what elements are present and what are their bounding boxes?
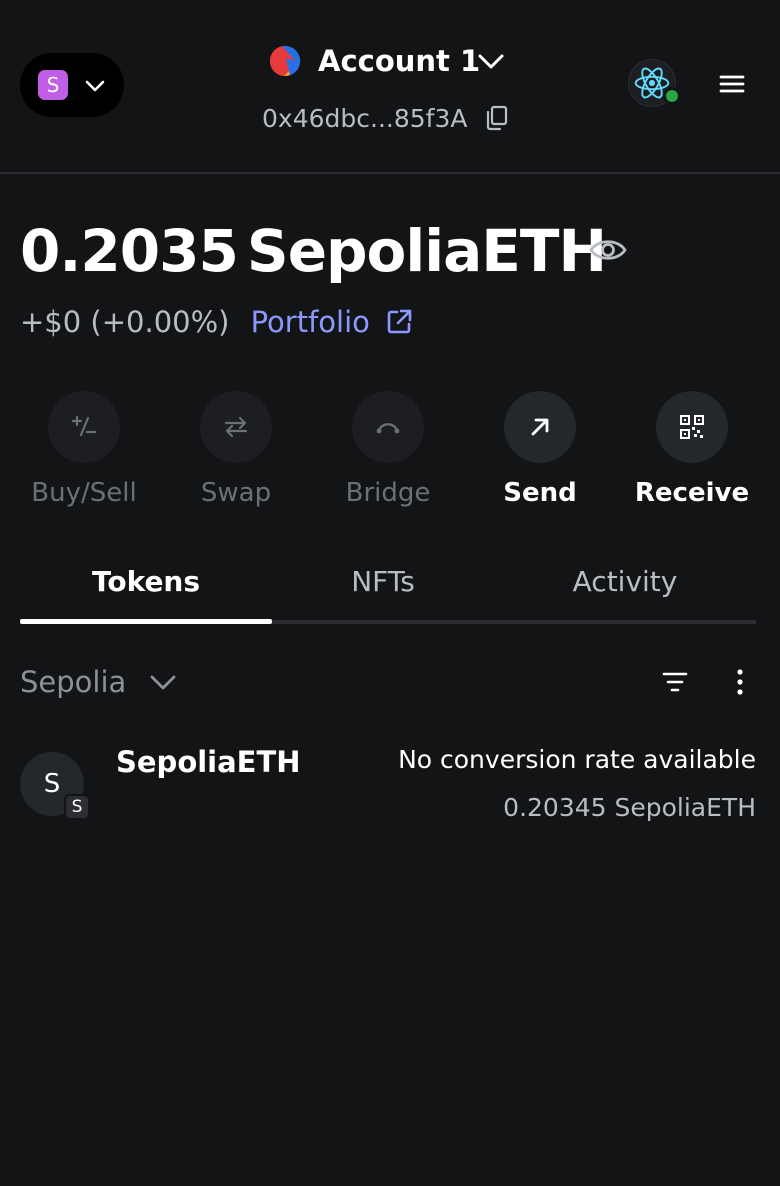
balance-value: 0.2035 bbox=[20, 217, 239, 285]
action-circle bbox=[48, 391, 120, 463]
action-label: Send bbox=[503, 478, 577, 508]
balance-change-row: +$0 (+0.00%) Portfolio bbox=[20, 302, 413, 342]
account-address: 0x46dbc...85f3A bbox=[262, 104, 468, 133]
chevron-down-icon[interactable] bbox=[148, 669, 178, 695]
chevron-down-icon bbox=[478, 54, 504, 69]
action-circle bbox=[504, 391, 576, 463]
tab-nfts[interactable]: NFTs bbox=[272, 552, 494, 622]
token-list-item[interactable]: S S SepoliaETH No conversion rate availa… bbox=[20, 740, 756, 830]
app-header: S Account 1 0x46dbc...85f3A bbox=[0, 0, 780, 174]
plus-minus-icon bbox=[71, 415, 97, 437]
bridge-button[interactable]: Bridge bbox=[312, 391, 464, 521]
account-avatar bbox=[270, 46, 300, 76]
sort-filter-icon[interactable] bbox=[662, 670, 688, 694]
external-link-icon[interactable] bbox=[385, 308, 413, 336]
balance-change: +$0 (+0.00%) bbox=[20, 305, 230, 339]
action-bar: Buy/Sell Swap Bridge Send Receive bbox=[8, 391, 768, 521]
buy-sell-button[interactable]: Buy/Sell bbox=[8, 391, 160, 521]
network-picker-button[interactable]: S bbox=[20, 53, 124, 117]
action-circle bbox=[352, 391, 424, 463]
account-name: Account 1 bbox=[318, 44, 481, 78]
asset-tabs: Tokens NFTs Activity bbox=[20, 552, 756, 626]
token-fiat-value: No conversion rate available bbox=[398, 745, 756, 774]
swap-arrows-icon bbox=[224, 416, 248, 438]
portfolio-link[interactable]: Portfolio bbox=[251, 302, 370, 342]
token-network-badge: S bbox=[64, 794, 90, 820]
active-tab-indicator bbox=[20, 619, 272, 624]
menu-icon[interactable] bbox=[718, 72, 746, 96]
account-picker-button[interactable]: Account 1 bbox=[270, 42, 510, 82]
token-name: SepoliaETH bbox=[116, 745, 301, 779]
bridge-icon bbox=[376, 423, 400, 434]
tab-tokens[interactable]: Tokens bbox=[20, 552, 272, 622]
connected-status-dot bbox=[663, 87, 681, 105]
eye-icon[interactable] bbox=[588, 234, 628, 266]
tab-activity[interactable]: Activity bbox=[494, 552, 756, 622]
account-address-copy[interactable]: 0x46dbc...85f3A bbox=[262, 100, 522, 138]
action-label: Receive bbox=[634, 478, 750, 508]
chevron-down-icon bbox=[85, 80, 105, 92]
balance-unit: SepoliaETH bbox=[246, 217, 607, 285]
swap-button[interactable]: Swap bbox=[160, 391, 312, 521]
qr-code-icon bbox=[680, 415, 704, 439]
copy-icon bbox=[486, 105, 508, 131]
action-label: Swap bbox=[200, 478, 272, 508]
network-filter-button[interactable]: Sepolia bbox=[20, 660, 126, 704]
send-button[interactable]: Send bbox=[464, 391, 616, 521]
action-label: Buy/Sell bbox=[31, 478, 137, 508]
receive-button[interactable]: Receive bbox=[616, 391, 768, 521]
action-circle bbox=[200, 391, 272, 463]
arrow-up-right-icon bbox=[531, 418, 549, 436]
action-circle bbox=[656, 391, 728, 463]
token-balance: 0.20345 SepoliaETH bbox=[503, 793, 756, 822]
action-label: Bridge bbox=[345, 478, 431, 508]
wallet-home: S Account 1 0x46dbc...85f3A 0.2035 Sepol… bbox=[0, 0, 780, 1186]
token-filter-row: Sepolia bbox=[20, 660, 756, 704]
more-options-icon[interactable] bbox=[728, 668, 752, 696]
network-avatar: S bbox=[38, 70, 68, 100]
balance-display: 0.2035 SepoliaETH bbox=[20, 216, 607, 286]
